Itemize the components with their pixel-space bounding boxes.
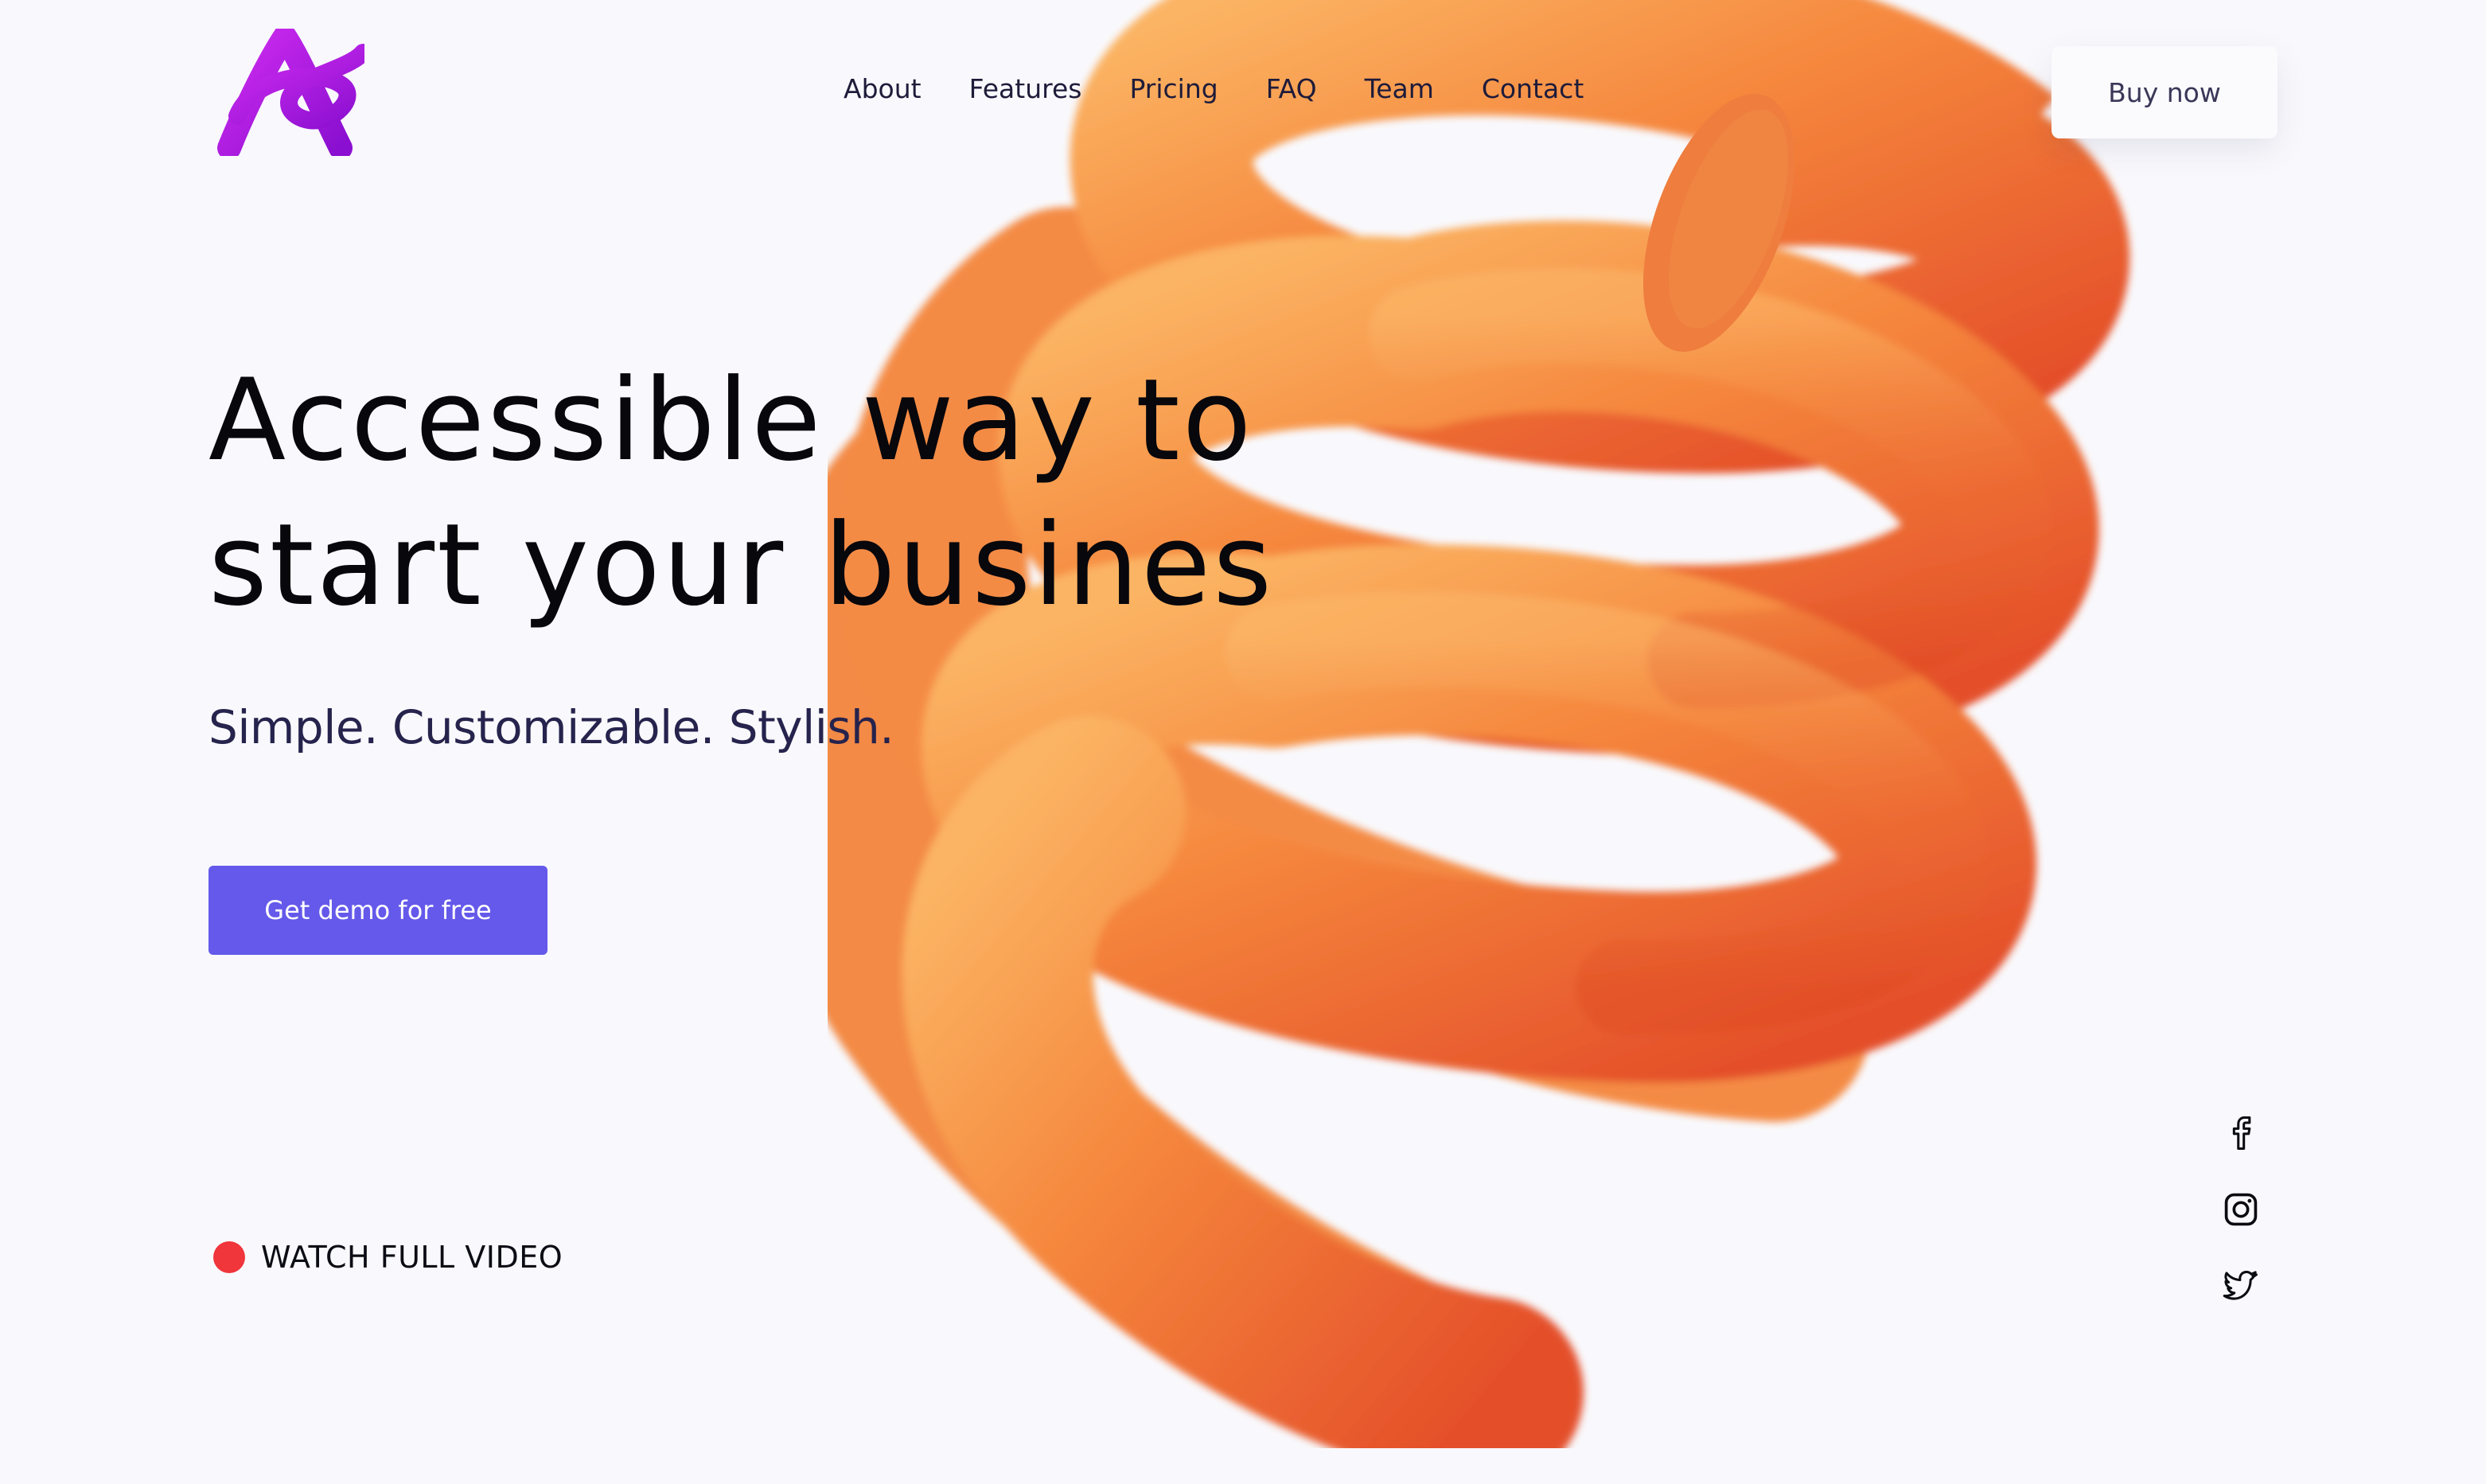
instagram-icon[interactable] — [2220, 1189, 2262, 1230]
facebook-icon[interactable] — [2220, 1112, 2262, 1154]
nav-link-team[interactable]: Team — [1365, 73, 1434, 104]
main-nav: About Features Pricing FAQ Team Contact — [844, 73, 1584, 104]
get-demo-button[interactable]: Get demo for free — [208, 866, 547, 955]
buy-now-button[interactable]: Buy now — [2052, 46, 2278, 138]
watch-video-label: WATCH FULL VIDEO — [261, 1240, 563, 1275]
nav-link-contact[interactable]: Contact — [1482, 73, 1584, 104]
landing-page: About Features Pricing FAQ Team Contact … — [0, 0, 2486, 1484]
nav-link-faq[interactable]: FAQ — [1266, 73, 1317, 104]
spring-illustration — [828, 0, 2129, 1448]
hero-tagline: Simple. Customizable. Stylish. — [208, 700, 894, 754]
twitter-icon[interactable] — [2220, 1265, 2262, 1307]
social-links — [2220, 1112, 2262, 1307]
hero-title-line-1: Accessible way to — [208, 355, 1254, 486]
nav-link-about[interactable]: About — [844, 73, 922, 104]
record-dot-icon — [213, 1241, 245, 1273]
brand-logo-icon[interactable] — [213, 29, 364, 156]
nav-link-features[interactable]: Features — [969, 73, 1082, 104]
watch-video-link[interactable]: WATCH FULL VIDEO — [213, 1240, 563, 1275]
hero-title: Accessible way to start your busines — [208, 349, 1274, 638]
hero-title-line-2: start your busines — [208, 500, 1275, 631]
nav-link-pricing[interactable]: Pricing — [1129, 73, 1218, 104]
